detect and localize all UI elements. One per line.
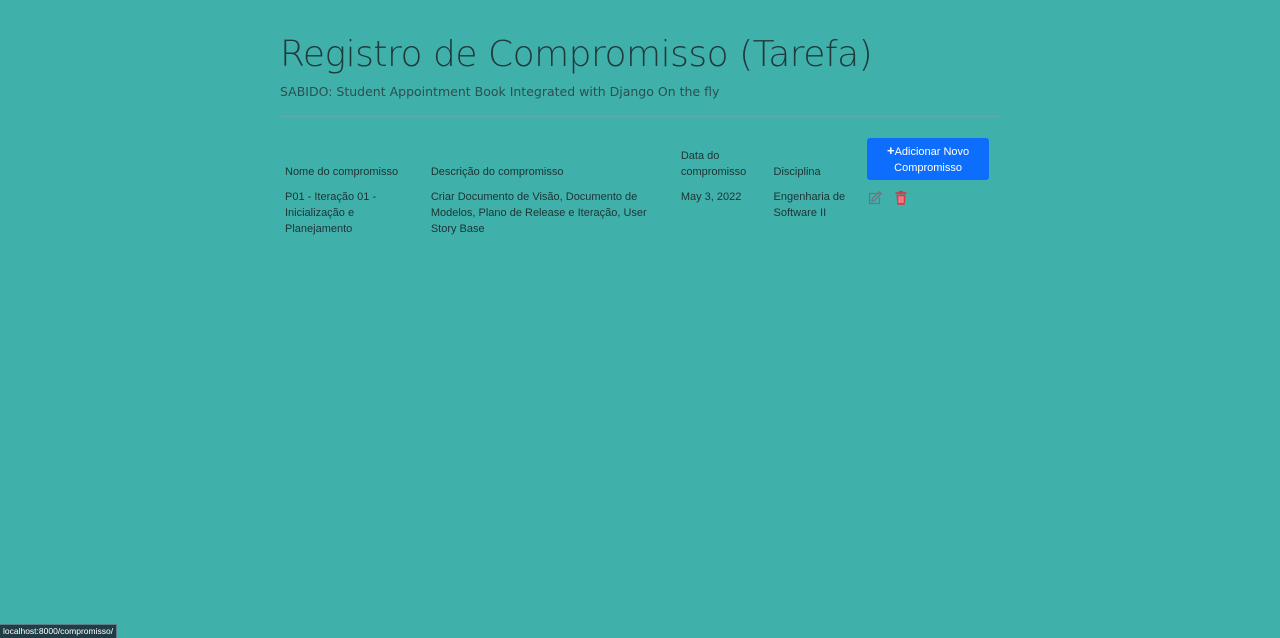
page-title: Registro de Compromisso (Tarefa)	[280, 34, 873, 75]
header-divider	[280, 116, 1000, 117]
column-header-disciplina: Disciplina	[773, 166, 821, 178]
plus-icon: +	[886, 143, 895, 158]
cell-disciplina: Engenharia de Software II	[773, 191, 846, 219]
add-new-appointment-button[interactable]: +Adicionar Novo Compromisso	[867, 138, 990, 180]
cell-actions	[862, 180, 1000, 237]
edit-icon[interactable]	[867, 190, 883, 206]
appointments-table: Nome do compromisso Descrição do comprom…	[280, 138, 1000, 237]
cell-descricao: Criar Documento de Visão, Documento de M…	[430, 191, 647, 235]
trash-icon[interactable]	[893, 190, 909, 206]
table-row: P01 - Iteração 01 - Inicialização e Plan…	[280, 180, 1000, 237]
page: Registro de Compromisso (Tarefa) SABIDO:…	[0, 0, 1280, 638]
row-actions	[867, 189, 995, 206]
column-header-actions: +Adicionar Novo Compromisso	[862, 138, 1000, 180]
column-header-data: Data do compromisso	[680, 150, 747, 178]
column-header-nome: Nome do compromisso	[285, 166, 399, 178]
add-button-label: Adicionar Novo Compromisso	[894, 146, 970, 174]
cell-data: May 3, 2022	[680, 191, 742, 203]
column-header-descricao: Descrição do compromisso	[430, 166, 564, 178]
table-header-row: Nome do compromisso Descrição do comprom…	[280, 138, 1000, 180]
browser-status-url: localhost:8000/compromisso/	[0, 624, 118, 638]
page-subtitle: SABIDO: Student Appointment Book Integra…	[280, 84, 720, 99]
cell-nome: P01 - Iteração 01 - Inicialização e Plan…	[285, 191, 377, 235]
